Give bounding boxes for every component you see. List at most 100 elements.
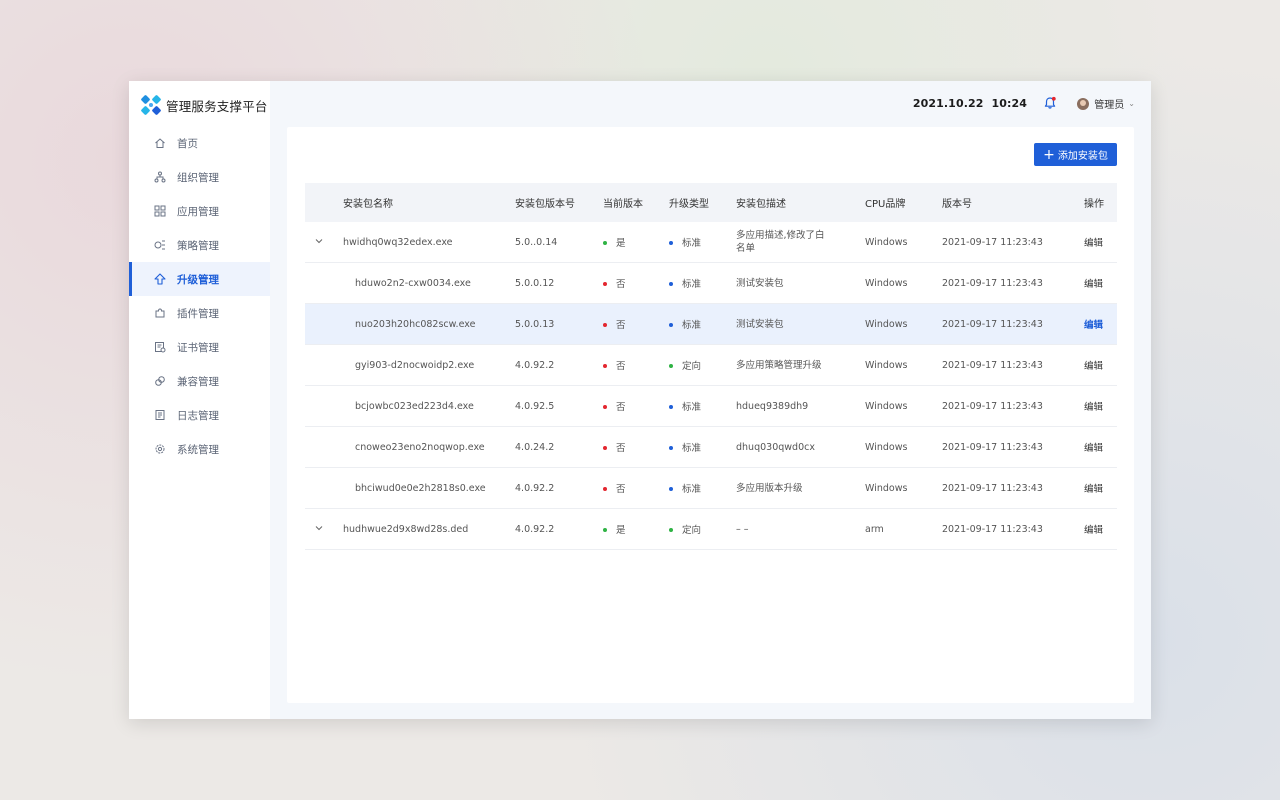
current-version: 否 (616, 361, 626, 372)
user-name: 管理员 (1094, 100, 1125, 111)
package-name: gyi903-d2nocwoidp2.exe (355, 359, 475, 371)
package-name-cell: bhciwud0e0e2h2818s0.exe (343, 467, 515, 509)
action-cell: 编辑 (1084, 508, 1117, 550)
description-cell: – – (736, 508, 865, 550)
package-version: 4.0.92.2 (515, 482, 555, 494)
table-row[interactable]: gyi903-d2nocwoidp2.exe 4.0.92.2 否 定向 多应用策略管理… (305, 344, 1117, 386)
status-dot (603, 445, 607, 450)
cpu-brand-cell: Windows (865, 222, 942, 263)
description-cell: 多应用描述,修改了白名单 (736, 222, 865, 263)
package-version-cell: 5.0.0.12 (515, 262, 603, 304)
sidebar-item-4[interactable]: 升级管理 (129, 262, 270, 296)
header-datetime: 2021.10.22 10:24 (913, 97, 1027, 110)
package-name: hudhwue2d9x8wd28s.ded (343, 523, 469, 535)
release-time-cell: 2021-09-17 11:23:43 (942, 344, 1084, 386)
package-description: 多应用策略管理升级 (736, 359, 822, 371)
cpu-brand: Windows (865, 441, 908, 453)
header-date: 2021.10.22 (912, 97, 984, 110)
apps-grid-icon (154, 205, 166, 217)
chevron-down-icon[interactable] (311, 236, 327, 249)
column-header: 当前版本 (603, 183, 669, 222)
table-header-row: 安装包名称 安装包版本号 当前版本 升级类型 安装包描述 CPU品牌 版本号 操作 (305, 183, 1117, 222)
package-description: 多应用版本升级 (736, 482, 803, 494)
chevron-down-icon[interactable] (311, 523, 327, 536)
description-cell: dhuq030qwd0cx (736, 426, 865, 468)
table-row[interactable]: bcjowbc023ed223d4.exe 4.0.92.5 否 标准 hdueq938… (305, 385, 1117, 427)
edit-link[interactable]: 编辑 (1084, 361, 1103, 372)
upgrade-type-cell: 定向 (669, 508, 736, 550)
sidebar-item-1[interactable]: 组织管理 (129, 160, 270, 194)
table-row[interactable]: nuo203h20hc082scw.exe 5.0.0.13 否 标准 测试安装包 Win… (305, 303, 1117, 345)
release-time: 2021-09-17 11:23:43 (942, 523, 1043, 535)
sidebar-item-label: 系统管理 (177, 443, 219, 456)
top-bar: 2021.10.22 10:24 管理员 ⌄ (270, 81, 1151, 126)
current-version-cell: 是 (603, 222, 669, 263)
edit-link[interactable]: 编辑 (1084, 320, 1103, 331)
package-description: 测试安装包 (736, 318, 784, 330)
cpu-brand-cell: Windows (865, 385, 942, 427)
current-version: 否 (616, 443, 626, 454)
edit-link[interactable]: 编辑 (1084, 238, 1103, 249)
status-dot (603, 404, 607, 409)
main-panel: + 添加安装包 安装包名称 安装包版本号 当前版本 升级类型 安装包描述 CPU品牌 版本号… (287, 127, 1134, 703)
edit-link[interactable]: 编辑 (1084, 402, 1103, 413)
package-table: 安装包名称 安装包版本号 当前版本 升级类型 安装包描述 CPU品牌 版本号 操作 hwidh… (305, 183, 1117, 550)
release-time: 2021-09-17 11:23:43 (942, 441, 1043, 453)
avatar (1077, 97, 1090, 110)
cpu-brand-cell: Windows (865, 303, 942, 345)
edit-link[interactable]: 编辑 (1084, 279, 1103, 290)
description-cell: 多应用版本升级 (736, 467, 865, 509)
sidebar-item-6[interactable]: 证书管理 (129, 330, 270, 364)
sidebar-item-3[interactable]: 策略管理 (129, 228, 270, 262)
table-row[interactable]: bhciwud0e0e2h2818s0.exe 4.0.92.2 否 标准 多应用版本升… (305, 467, 1117, 509)
sidebar-item-5[interactable]: 插件管理 (129, 296, 270, 330)
org-tree-icon (154, 171, 166, 183)
edit-link[interactable]: 编辑 (1084, 525, 1103, 536)
expand-cell (305, 344, 343, 386)
upgrade-type-cell: 标准 (669, 222, 736, 263)
sidebar-item-label: 组织管理 (177, 171, 219, 184)
package-version-cell: 4.0.24.2 (515, 426, 603, 468)
release-time: 2021-09-17 11:23:43 (942, 277, 1043, 289)
package-description: hdueq9389dh9 (736, 400, 809, 412)
current-version-cell: 否 (603, 385, 669, 427)
sidebar-item-2[interactable]: 应用管理 (129, 194, 270, 228)
current-version: 否 (616, 279, 626, 290)
current-version: 否 (616, 320, 626, 331)
package-version: 5.0..0.14 (515, 236, 558, 248)
table-row[interactable]: hwidhq0wq32edex.exe 5.0..0.14 是 标准 多应用描述,修改了… (305, 222, 1117, 263)
table-row[interactable]: hudhwue2d9x8wd28s.ded 4.0.92.2 是 定向 – – arm 20… (305, 508, 1117, 550)
cpu-brand: Windows (865, 277, 908, 289)
sidebar-item-7[interactable]: 兼容管理 (129, 364, 270, 398)
action-cell: 编辑 (1084, 426, 1117, 468)
package-name-cell: hduwo2n2-cxw0034.exe (343, 262, 515, 304)
notification-bell-icon[interactable] (1043, 96, 1057, 110)
package-version-cell: 4.0.92.2 (515, 344, 603, 386)
gear-icon (154, 443, 166, 455)
package-version: 4.0.92.2 (515, 523, 555, 535)
sidebar-item-8[interactable]: 日志管理 (129, 398, 270, 432)
header-time: 10:24 (991, 97, 1027, 110)
release-time-cell: 2021-09-17 11:23:43 (942, 385, 1084, 427)
table-row[interactable]: cnoweo23eno2noqwop.exe 4.0.24.2 否 标准 dhuq030… (305, 426, 1117, 468)
add-package-label: 添加安装包 (1057, 151, 1108, 162)
package-name: nuo203h20hc082scw.exe (355, 318, 476, 330)
package-version-cell: 4.0.92.2 (515, 508, 603, 550)
expand-cell (305, 262, 343, 304)
upgrade-type: 标准 (682, 484, 702, 495)
release-time-cell: 2021-09-17 11:23:43 (942, 262, 1084, 304)
sidebar-item-9[interactable]: 系统管理 (129, 432, 270, 466)
type-dot (669, 240, 673, 245)
edit-link[interactable]: 编辑 (1084, 443, 1103, 454)
add-package-button[interactable]: + 添加安装包 (1034, 143, 1117, 166)
table-row[interactable]: hduwo2n2-cxw0034.exe 5.0.0.12 否 标准 测试安装包 Wind… (305, 262, 1117, 304)
edit-link[interactable]: 编辑 (1084, 484, 1103, 495)
current-version-cell: 是 (603, 508, 669, 550)
user-menu[interactable]: 管理员 ⌄ (1077, 96, 1135, 111)
type-dot (669, 363, 673, 368)
package-description: dhuq030qwd0cx (736, 441, 815, 453)
package-name-cell: hudhwue2d9x8wd28s.ded (343, 508, 515, 550)
expand-cell (305, 426, 343, 468)
sidebar-item-0[interactable]: 首页 (129, 126, 270, 160)
sidebar-item-label: 策略管理 (177, 239, 219, 252)
